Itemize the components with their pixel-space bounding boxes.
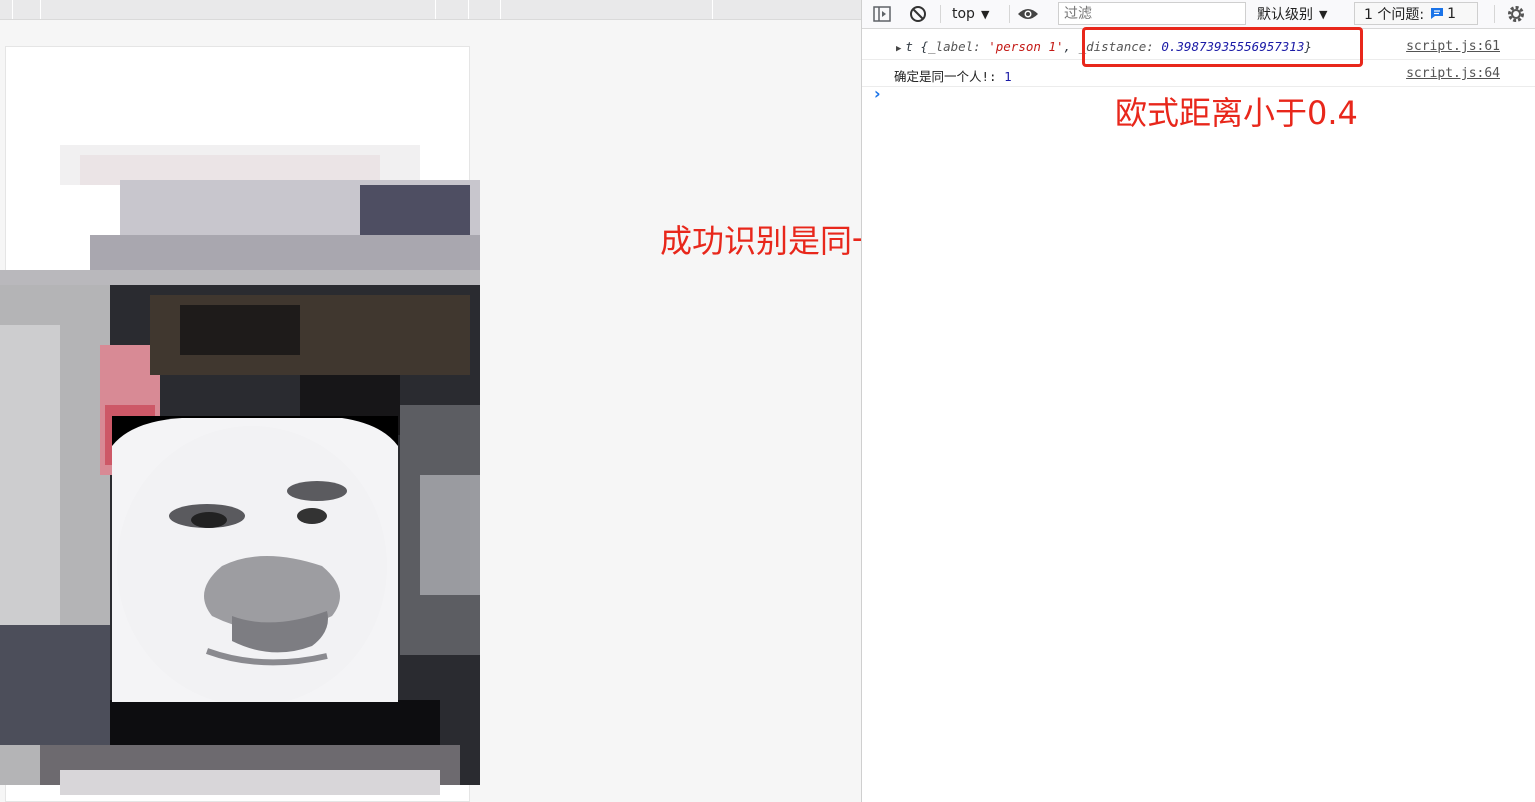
issues-count: 1 xyxy=(1447,5,1456,22)
eye-icon[interactable] xyxy=(1016,4,1040,24)
message-icon xyxy=(1431,8,1444,19)
devtools-console-panel: top ▼ 默认级别 ▼ 1 个问题: 1 ▶t {_label: 'per xyxy=(861,0,1535,802)
chevron-down-icon: ▼ xyxy=(980,7,990,21)
expand-triangle-icon[interactable]: ▶ xyxy=(896,44,901,54)
console-prompt-chevron[interactable]: › xyxy=(874,84,881,103)
issues-label: 1 个问题: xyxy=(1364,6,1425,23)
log-levels-selector[interactable]: 默认级别 ▼ xyxy=(1257,4,1327,24)
gear-icon[interactable] xyxy=(1505,4,1527,24)
dock-panel-icon[interactable] xyxy=(872,4,892,24)
log-message: 确定是同一个人!: 1 xyxy=(894,69,1012,84)
console-filter-input[interactable] xyxy=(1058,2,1246,25)
source-link[interactable]: script.js:61 xyxy=(1406,39,1500,54)
page-top-strip xyxy=(0,0,861,20)
context-label: top xyxy=(952,6,975,22)
webpage-viewport: 成功识别是同一个人 xyxy=(0,0,948,802)
source-link[interactable]: script.js:64 xyxy=(1406,66,1500,81)
context-selector[interactable]: top ▼ xyxy=(952,4,989,24)
console-toolbar: top ▼ 默认级别 ▼ 1 个问题: 1 xyxy=(862,0,1535,29)
levels-label: 默认级别 xyxy=(1257,7,1313,23)
chevron-down-icon: ▼ xyxy=(1319,7,1328,21)
issues-button[interactable]: 1 个问题: 1 xyxy=(1354,2,1478,25)
clear-console-icon[interactable] xyxy=(908,4,928,24)
meme-face-image xyxy=(112,416,398,702)
issues-badge: 1 xyxy=(1430,6,1456,22)
distance-annotation: 欧式距离小于0.4 xyxy=(1115,94,1358,132)
distance-highlight-box xyxy=(1082,27,1363,67)
